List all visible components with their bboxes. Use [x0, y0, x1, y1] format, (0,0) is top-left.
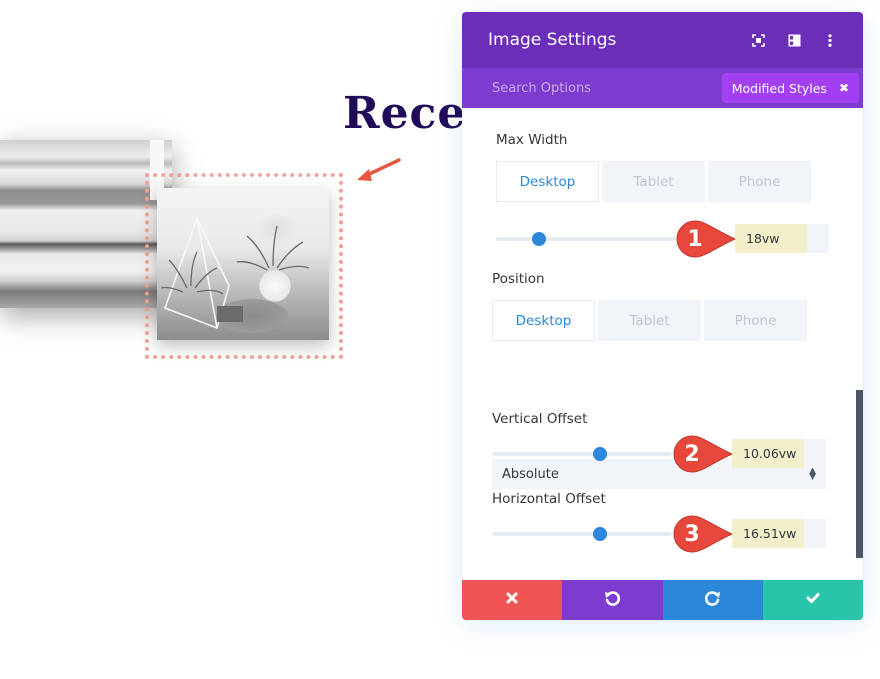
- tab-tablet[interactable]: Tablet: [602, 161, 705, 202]
- vertical-offset-value-field[interactable]: 10.06vw: [732, 439, 826, 468]
- slider-track[interactable]: [492, 447, 672, 461]
- search-bar: Modified Styles ✖: [462, 68, 863, 108]
- split-view-icon[interactable]: [787, 33, 801, 47]
- image-settings-panel: Image Settings Modified Styles ✖ Max Wid…: [462, 12, 863, 620]
- callout-number: 3: [684, 521, 700, 547]
- max-width-device-tabs: Desktop Tablet Phone: [496, 161, 811, 202]
- max-width-slider[interactable]: [496, 232, 676, 246]
- page-heading: Rece: [343, 88, 467, 139]
- panel-title: Image Settings: [488, 30, 617, 50]
- horizontal-offset-slider[interactable]: [492, 527, 672, 541]
- plant-illustration: [160, 215, 310, 330]
- undo-icon: [604, 590, 621, 611]
- vertical-offset-label: Vertical Offset: [492, 411, 588, 427]
- close-icon[interactable]: ✖: [839, 81, 849, 95]
- callout-number: 2: [684, 441, 700, 467]
- modified-styles-filter[interactable]: Modified Styles ✖: [721, 73, 859, 103]
- callout-marker-1: 1: [674, 219, 737, 259]
- callout-marker-3: 3: [671, 514, 734, 554]
- max-width-label: Max Width: [496, 132, 568, 148]
- selected-plant-image[interactable]: [157, 188, 329, 340]
- slider-thumb[interactable]: [532, 232, 547, 246]
- select-arrows-icon: ▲ ▼: [809, 466, 816, 482]
- horizontal-offset-label: Horizontal Offset: [492, 491, 606, 507]
- header-actions: [751, 33, 837, 47]
- save-button[interactable]: [762, 580, 863, 620]
- search-options-input[interactable]: [492, 80, 722, 96]
- redo-button[interactable]: [662, 580, 763, 620]
- check-icon: [806, 591, 820, 609]
- vertical-offset-slider[interactable]: [492, 447, 672, 461]
- max-width-value-field[interactable]: 18vw: [735, 224, 829, 253]
- slider-track[interactable]: [496, 232, 676, 246]
- panel-header[interactable]: Image Settings: [462, 12, 863, 68]
- close-icon: [506, 591, 518, 609]
- slider-track[interactable]: [492, 527, 672, 541]
- slider-thumb[interactable]: [593, 527, 607, 541]
- position-selected-value: Absolute: [502, 466, 559, 482]
- more-options-icon[interactable]: [823, 33, 837, 47]
- slider-thumb[interactable]: [593, 447, 607, 461]
- tab-desktop[interactable]: Desktop: [496, 161, 599, 202]
- panel-body: Max Width Desktop Tablet Phone 1 18vw Po…: [462, 108, 863, 580]
- redo-icon: [704, 590, 721, 611]
- position-label: Position: [492, 271, 545, 287]
- vertical-offset-value[interactable]: 10.06vw: [732, 439, 804, 468]
- scrollbar-thumb[interactable]: [856, 390, 863, 558]
- tab-phone[interactable]: Phone: [708, 161, 811, 202]
- position-device-tabs: Desktop Tablet Phone: [492, 300, 807, 341]
- pointer-arrow-icon: [357, 158, 401, 181]
- callout-marker-2: 2: [671, 434, 734, 474]
- horizontal-offset-value-field[interactable]: 16.51vw: [732, 519, 826, 548]
- expand-icon[interactable]: [751, 33, 765, 47]
- tab-tablet[interactable]: Tablet: [598, 300, 701, 341]
- modified-styles-label: Modified Styles: [731, 80, 827, 96]
- callout-number: 1: [687, 226, 703, 252]
- undo-button[interactable]: [562, 580, 663, 620]
- panel-footer: [462, 580, 863, 620]
- max-width-value[interactable]: 18vw: [735, 224, 807, 253]
- tab-phone[interactable]: Phone: [704, 300, 807, 341]
- tab-desktop[interactable]: Desktop: [492, 300, 595, 341]
- horizontal-offset-value[interactable]: 16.51vw: [732, 519, 804, 548]
- discard-button[interactable]: [462, 580, 563, 620]
